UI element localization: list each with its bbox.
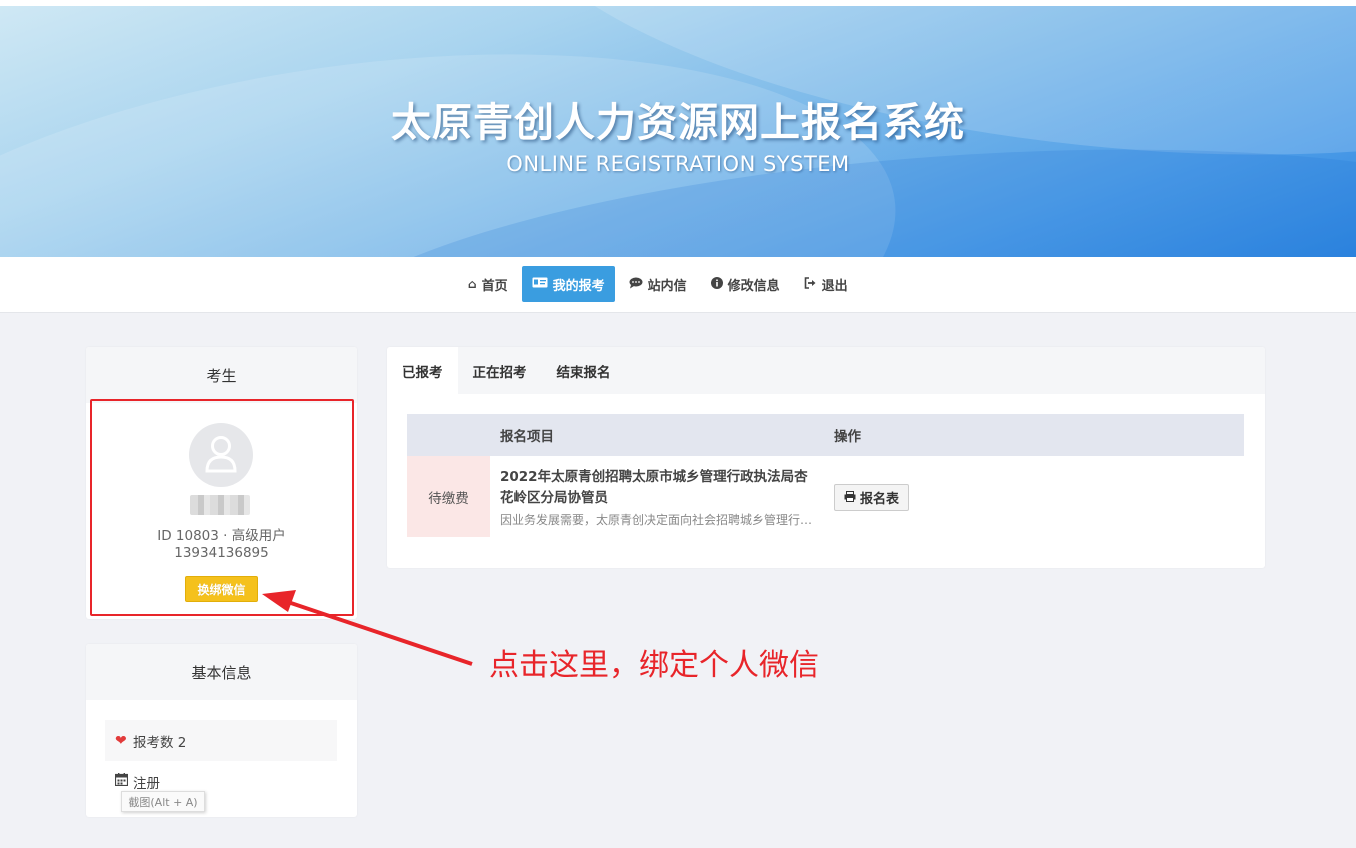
basic-info-heading: 基本信息 xyxy=(86,644,357,700)
registration-form-button[interactable]: 报名表 xyxy=(834,484,909,511)
site-subtitle: ONLINE REGISTRATION SYSTEM xyxy=(506,152,850,176)
table-header: 报名项目 操作 xyxy=(407,414,1244,456)
nav-item-edit-info[interactable]: 修改信息 xyxy=(701,266,790,302)
project-description: 因业务发展需要，太原青创决定面向社会招聘城乡管理行政执法局杏花岭区分局协管员 xyxy=(500,513,820,527)
comment-icon xyxy=(629,277,643,292)
screenshot-tooltip: 截图(Alt + A) xyxy=(121,791,205,812)
tab-closed[interactable]: 结束报名 xyxy=(542,347,626,394)
nav-item-label: 站内信 xyxy=(647,278,687,294)
exam-tabs: 已报考 正在招考 结束报名 xyxy=(387,347,1265,394)
annotation-highlight-box xyxy=(90,399,354,616)
nav-item-label: 修改信息 xyxy=(727,278,780,294)
annotation-text: 点击这里，绑定个人微信 xyxy=(489,648,819,683)
nav-item-logout[interactable]: 退出 xyxy=(794,266,858,302)
column-header-project: 报名项目 xyxy=(500,429,554,445)
main-nav: ⌂ 首页 我的报考 站内信 修改信息 退出 xyxy=(0,257,1356,313)
site-title: 太原青创人力资源网上报名系统 xyxy=(391,100,965,146)
sign-out-icon xyxy=(804,276,817,292)
calendar-icon xyxy=(105,773,133,790)
heart-icon: ❤ xyxy=(115,732,127,749)
home-icon: ⌂ xyxy=(468,277,477,291)
info-row-label: 报考数 2 xyxy=(133,734,187,751)
nav-item-label: 首页 xyxy=(481,278,508,294)
tab-recruiting[interactable]: 正在招考 xyxy=(458,347,542,394)
nav-item-my-exams[interactable]: 我的报考 xyxy=(521,266,615,302)
info-row-label: 注册 xyxy=(133,775,160,792)
table-row: 待缴费 2022年太原青创招聘太原市城乡管理行政执法局杏花岭区分局协管员 因业务… xyxy=(407,456,1244,537)
button-label: 报名表 xyxy=(859,492,899,507)
info-row-exam-count: ❤ 报考数 2 xyxy=(105,720,337,761)
column-header-action: 操作 xyxy=(834,429,861,445)
tab-registered[interactable]: 已报考 xyxy=(387,347,458,394)
profile-heading: 考生 xyxy=(86,347,357,403)
id-card-icon xyxy=(532,277,548,291)
header-banner: 太原青创人力资源网上报名系统 ONLINE REGISTRATION SYSTE… xyxy=(0,6,1356,257)
info-icon xyxy=(710,276,723,292)
exam-panel: 已报考 正在招考 结束报名 报名项目 操作 待缴费 2022年太原青创招聘太原市… xyxy=(387,347,1265,568)
nav-item-label: 我的报考 xyxy=(552,278,605,294)
nav-item-label: 退出 xyxy=(821,278,848,294)
nav-item-home[interactable]: ⌂ 首页 xyxy=(458,266,518,302)
exam-table: 报名项目 操作 待缴费 2022年太原青创招聘太原市城乡管理行政执法局杏花岭区分… xyxy=(407,414,1244,537)
project-title[interactable]: 2022年太原青创招聘太原市城乡管理行政执法局杏花岭区分局协管员 xyxy=(500,467,820,509)
nav-item-messages[interactable]: 站内信 xyxy=(619,266,697,302)
print-icon xyxy=(844,490,856,505)
status-badge: 待缴费 xyxy=(407,456,490,537)
